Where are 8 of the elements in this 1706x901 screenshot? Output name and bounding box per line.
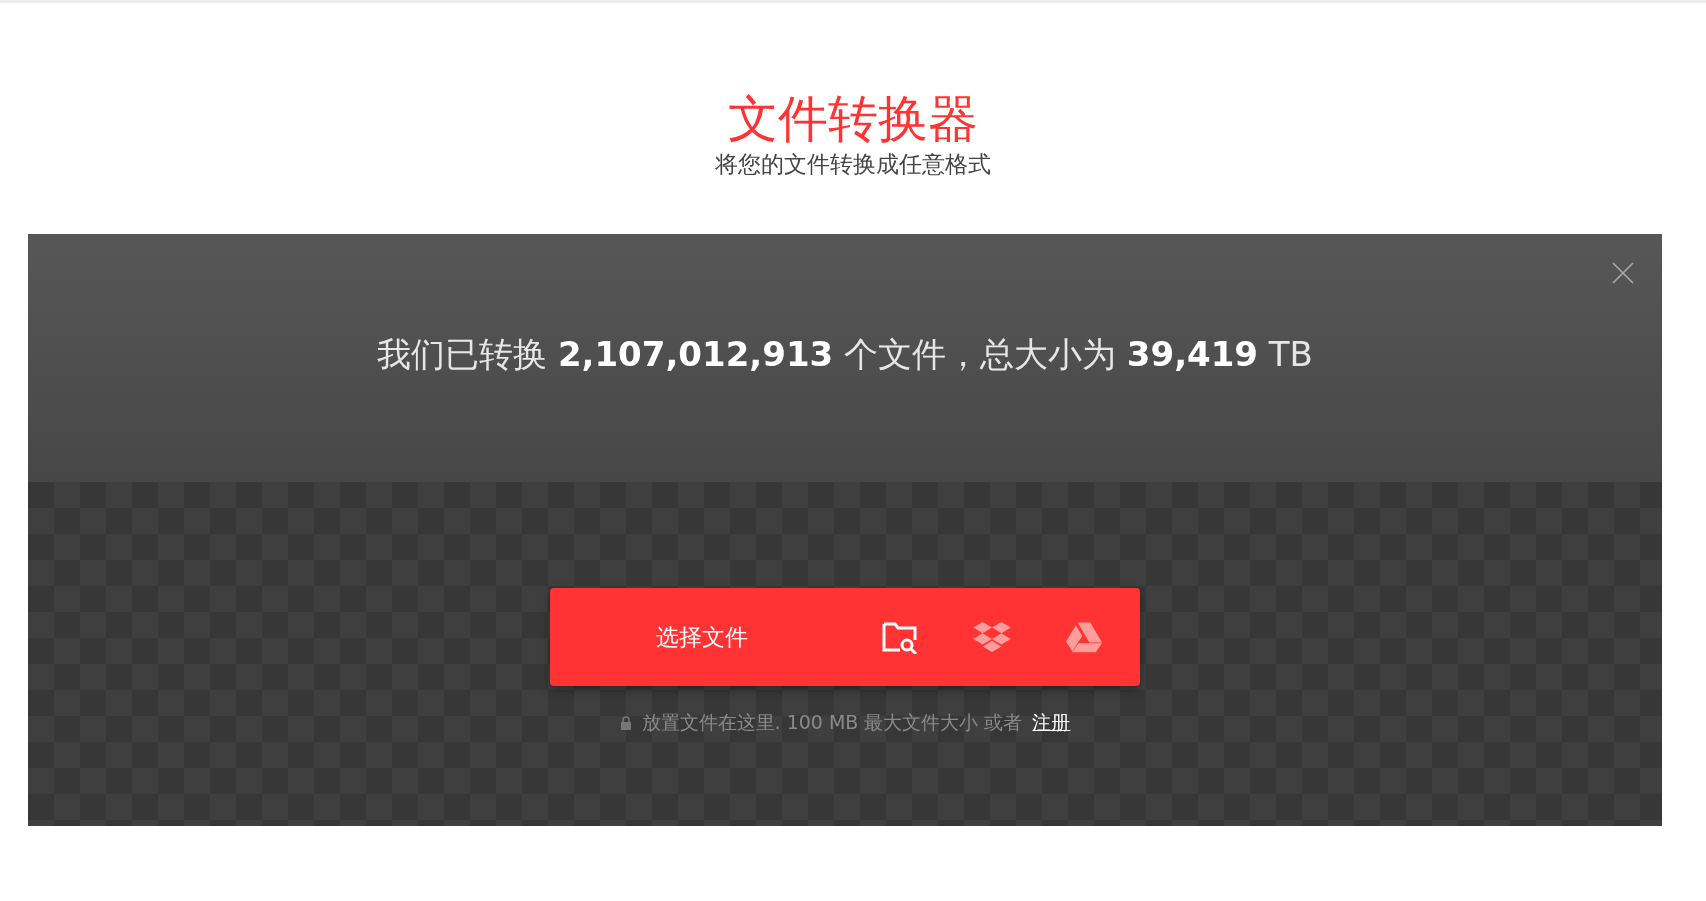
stats-text: 我们已转换 2,107,012,913 个文件，总大小为 39,419 TB bbox=[377, 333, 1313, 376]
page-title: 文件转换器 bbox=[728, 89, 978, 149]
register-link[interactable]: 注册 bbox=[1032, 710, 1071, 736]
close-icon[interactable] bbox=[1612, 262, 1634, 284]
choose-file-button[interactable]: 选择文件 bbox=[550, 588, 854, 686]
lock-icon bbox=[619, 716, 632, 730]
drop-note: 放置文件在这里. 100 MB 最大文件大小 或者 bbox=[641, 710, 1023, 735]
page-subtitle: 将您的文件转换成任意格式 bbox=[715, 150, 991, 179]
